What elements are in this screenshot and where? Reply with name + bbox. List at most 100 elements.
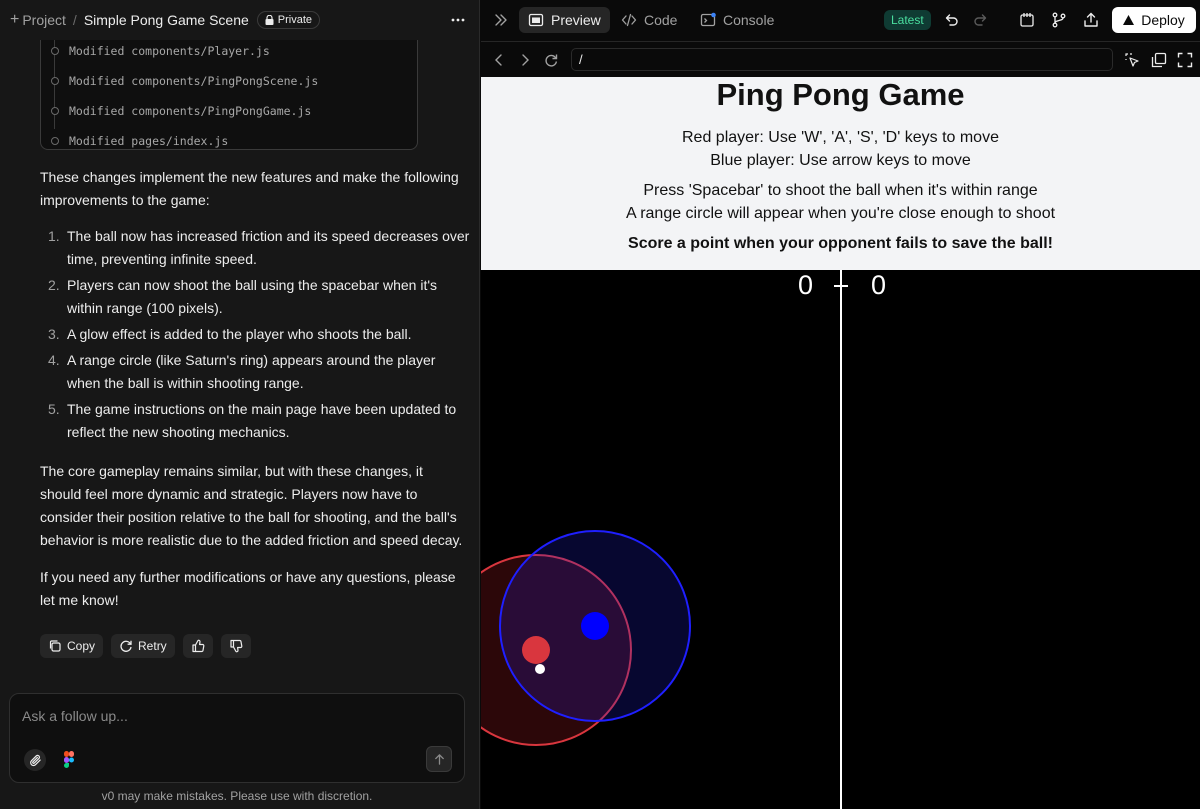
refresh-icon[interactable]: [543, 52, 559, 68]
file-change-label: Modified components/PingPongGame.js: [69, 104, 312, 118]
paperclip-icon: [29, 754, 41, 766]
file-change-label: Modified components/Player.js: [69, 44, 270, 58]
list-item: 2. Players can now shoot the ball using t…: [40, 274, 470, 320]
privacy-badge[interactable]: Private: [256, 11, 321, 29]
breadcrumb-separator: /: [72, 12, 77, 28]
tab-preview[interactable]: Preview: [519, 7, 610, 33]
instruction-red: Red player: Use 'W', 'A', 'S', 'D' keys …: [682, 129, 999, 146]
file-change-item: Modified components/Player.js: [51, 44, 270, 58]
list-item-text: The game instructions on the main page h…: [67, 401, 457, 440]
message-summary: The core gameplay remains similar, but w…: [40, 463, 463, 548]
thumbs-up-icon: [192, 639, 205, 653]
attach-button[interactable]: [24, 749, 46, 771]
copy-button[interactable]: Copy: [40, 634, 104, 658]
version-badge[interactable]: Latest: [884, 10, 931, 30]
forward-icon[interactable]: [517, 52, 533, 68]
privacy-badge-label: Private: [277, 14, 313, 26]
blue-player: [581, 612, 609, 640]
url-input[interactable]: [571, 48, 1113, 71]
list-item: 5. The game instructions on the main page…: [40, 398, 470, 444]
element-picker-icon[interactable]: [1124, 52, 1140, 68]
plus-icon[interactable]: +: [10, 11, 19, 29]
thumbs-down-button[interactable]: [220, 634, 251, 658]
disclaimer: v0 may make mistakes. Please use with di…: [101, 789, 373, 803]
timeline-dot: [51, 77, 59, 85]
tab-code-label: Code: [644, 12, 678, 28]
list-number: 2.: [48, 277, 60, 293]
file-change-item: Modified components/PingPongScene.js: [51, 74, 318, 88]
list-number: 1.: [48, 228, 60, 244]
arrow-up-icon: [434, 753, 444, 765]
thumbs-down-icon: [230, 639, 243, 653]
tab-console-label: Console: [723, 12, 775, 28]
preview-toolbar: Preview Code Console Latest Deploy: [481, 0, 1200, 42]
message-actions: Copy Retry: [40, 634, 251, 658]
list-item: 1. The ball now has increased friction an…: [40, 225, 470, 271]
console-icon: [700, 12, 716, 27]
new-window-icon[interactable]: [1151, 52, 1167, 68]
game-court[interactable]: 0 0: [481, 270, 1200, 809]
file-change-label: Modified components/PingPongScene.js: [69, 74, 319, 88]
url-bar: [481, 43, 1200, 77]
red-player: [522, 636, 550, 664]
timeline-dot: [51, 137, 59, 145]
file-change-label: Modified pages/index.js: [69, 134, 229, 148]
copy-label: Copy: [67, 639, 96, 653]
list-number: 4.: [48, 352, 60, 368]
tab-code[interactable]: Code: [612, 7, 686, 33]
ball: [535, 664, 545, 674]
send-button[interactable]: [426, 746, 452, 772]
list-number: 3.: [48, 326, 60, 342]
back-icon[interactable]: [491, 52, 507, 68]
retry-icon: [120, 640, 132, 652]
preview-panel: Preview Code Console Latest Deploy P: [481, 0, 1200, 809]
list-item-text: Players can now shoot the ball using the…: [67, 277, 438, 316]
file-change-item: Modified pages/index.js: [51, 134, 228, 148]
instruction-blue: Blue player: Use arrow keys to move: [710, 152, 971, 169]
game-title: Ping Pong Game: [716, 77, 965, 112]
share-icon[interactable]: [1082, 11, 1100, 29]
timeline-dot: [51, 47, 59, 55]
score-red: 0: [798, 270, 814, 300]
figma-icon[interactable]: [61, 751, 77, 769]
tab-console[interactable]: Console: [691, 7, 783, 33]
tab-preview-label: Preview: [551, 12, 601, 28]
instruction-shoot: Press 'Spacebar' to shoot the ball when …: [643, 182, 1038, 199]
file-changes-box: Modified components/Player.js Modified c…: [40, 40, 418, 150]
instruction-range: A range circle will appear when you're c…: [625, 205, 1056, 222]
chat-title[interactable]: Simple Pong Game Scene: [84, 12, 249, 28]
redo-icon[interactable]: [972, 11, 990, 29]
improvements-list: 1. The ball now has increased friction an…: [40, 225, 470, 447]
more-options-icon[interactable]: [450, 12, 466, 28]
retry-button[interactable]: Retry: [111, 634, 175, 658]
list-number: 5.: [48, 401, 60, 417]
message-closing: If you need any further modifications or…: [40, 569, 456, 608]
timeline-dot: [51, 107, 59, 115]
list-item: 4. A range circle (like Saturn's ring) ap…: [40, 349, 470, 395]
follow-up-input[interactable]: Ask a follow up...: [22, 708, 128, 724]
lock-icon: [265, 15, 274, 25]
chat-messages: Modified components/Player.js Modified c…: [0, 40, 480, 690]
fullscreen-icon[interactable]: [1177, 52, 1193, 68]
preview-viewport: Ping Pong Game Red player: Use 'W', 'A',…: [481, 77, 1200, 809]
score-blue: 0: [871, 270, 887, 300]
branch-icon[interactable]: [1050, 11, 1068, 29]
thumbs-up-button[interactable]: [182, 634, 213, 658]
triangle-icon: [1123, 15, 1135, 25]
project-link[interactable]: Project: [22, 12, 66, 28]
message-intro: These changes implement the new features…: [40, 169, 459, 208]
list-item-text: The ball now has increased friction and …: [67, 228, 470, 267]
list-item-text: A glow effect is added to the player who…: [67, 326, 412, 342]
court-canvas: [481, 270, 848, 809]
deploy-button[interactable]: Deploy: [1112, 7, 1196, 33]
chat-panel: + Project / Simple Pong Game Scene Priva…: [0, 0, 480, 809]
block-icon[interactable]: [1018, 11, 1036, 29]
collapse-panel-icon[interactable]: [493, 12, 509, 28]
preview-icon: [528, 13, 544, 27]
undo-icon[interactable]: [942, 11, 960, 29]
retry-label: Retry: [138, 639, 167, 653]
instruction-score: Score a point when your opponent fails t…: [628, 235, 1053, 252]
code-icon: [621, 13, 637, 27]
copy-icon: [49, 640, 61, 652]
chat-header: + Project / Simple Pong Game Scene Priva…: [0, 0, 480, 40]
